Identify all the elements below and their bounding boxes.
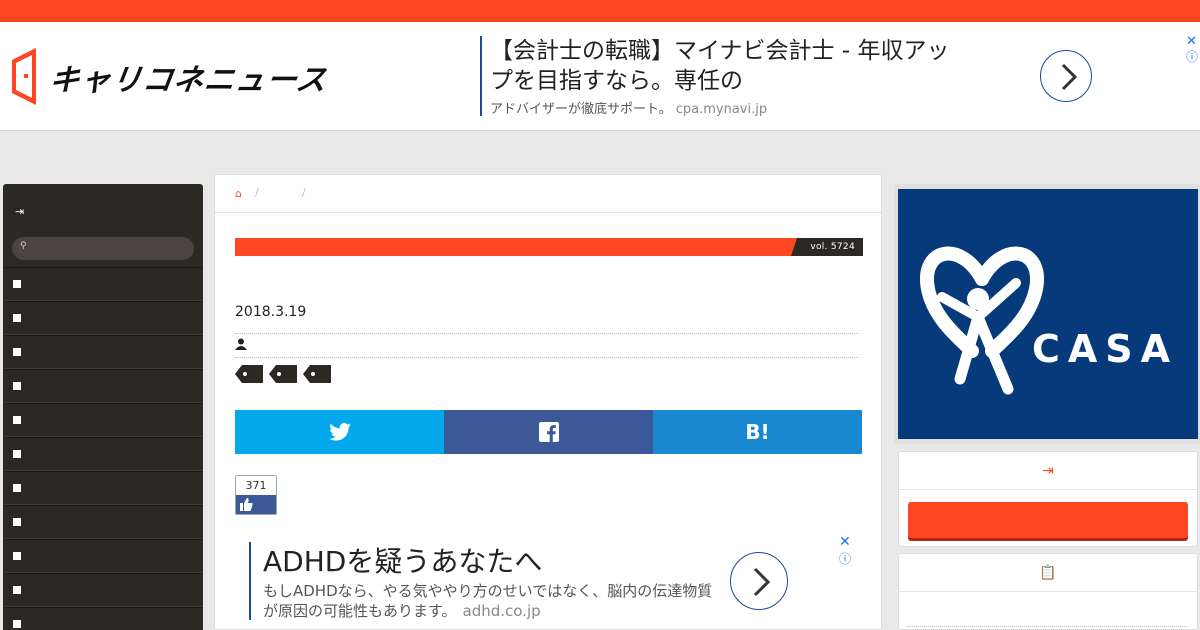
thumbs-up-icon (240, 498, 253, 511)
nav-item[interactable] (3, 267, 203, 301)
like-button[interactable] (236, 495, 276, 514)
twitter-share-button[interactable] (235, 410, 444, 454)
nav-item[interactable] (3, 403, 203, 437)
casa-heart-figure-icon (920, 246, 1045, 395)
bullet-icon (13, 484, 21, 492)
nav-item[interactable] (3, 335, 203, 369)
bullet-icon (13, 518, 21, 526)
facebook-icon (538, 422, 559, 442)
hatena-icon: B! (745, 420, 770, 444)
bullet-icon (13, 348, 21, 356)
tag-icon[interactable] (269, 365, 297, 383)
article-date: 2018.3.19 (235, 304, 307, 320)
home-icon[interactable]: ⌂ (235, 187, 242, 200)
bullet-icon (13, 382, 21, 390)
ad-title[interactable]: 【会計士の転職】マイナビ会計士 - 年収アップを目指すなら。専任の (490, 36, 960, 96)
search-icon: ⚲ (20, 241, 27, 251)
casa-banner-image: ® CASA (898, 189, 1198, 439)
bullet-icon (13, 280, 21, 288)
facebook-like-box[interactable]: 371 (235, 475, 277, 515)
breadcrumb: ⌂ / / (215, 175, 881, 213)
author-icon[interactable] (235, 338, 247, 353)
site-logo[interactable]: キャリコネニュース (12, 48, 330, 105)
ad-info-icon[interactable]: ⓘ (839, 550, 851, 567)
hatena-share-button[interactable]: B! (653, 410, 862, 454)
login-icon[interactable]: ⇥ (15, 205, 24, 218)
nav-item[interactable] (3, 369, 203, 403)
inline-ad[interactable]: ADHDを疑うあなたへ もしADHDなら、やる気ややり方のせいではなく、脳内の伝… (249, 534, 869, 628)
ad-close-icon[interactable]: ✕ (839, 534, 851, 550)
site-header: キャリコネニュース 【会計士の転職】マイナビ会計士 - 年収アップを目指すなら。… (0, 22, 1200, 131)
casa-wordmark: CASA (1032, 327, 1179, 371)
ad-close-icon[interactable]: ✕ (1186, 34, 1197, 49)
volume-bar: vol. 5724 (235, 238, 863, 256)
ad-info-icon[interactable]: ⓘ (1186, 48, 1198, 65)
bullet-icon (13, 552, 21, 560)
search-input[interactable]: ⚲ (12, 237, 194, 260)
volume-label: vol. 5724 (791, 238, 863, 256)
top-ad[interactable]: 【会計士の転職】マイナビ会計士 - 年収アップを目指すなら。専任の アドバイザー… (480, 34, 1200, 117)
casa-banner[interactable]: ® CASA (894, 184, 1200, 444)
sidebar-login-panel: ⇥ (898, 451, 1198, 547)
chevron-right-icon (1061, 63, 1078, 91)
bullet-icon (13, 450, 21, 458)
tag-icon[interactable] (235, 365, 263, 383)
ad-url: adhd.co.jp (462, 602, 541, 620)
nav-item[interactable] (3, 573, 203, 607)
bullet-icon (13, 620, 21, 628)
clipboard-icon: 📋 (899, 554, 1197, 592)
bullet-icon (13, 586, 21, 594)
user-icon (235, 338, 247, 350)
casa-registered-mark: ® (1006, 330, 1016, 341)
nav-item[interactable] (3, 301, 203, 335)
breadcrumb-separator: / (255, 186, 259, 199)
ad-accent-bar (249, 542, 251, 620)
divider (235, 357, 859, 358)
bullet-icon (13, 314, 21, 322)
facebook-share-button[interactable] (444, 410, 653, 454)
nav-item[interactable] (3, 539, 203, 573)
divider (907, 626, 1187, 627)
tag-icon[interactable] (303, 365, 331, 383)
logo-door-icon (12, 48, 36, 105)
article-main: ⌂ / / vol. 5724 2018.3.19 B! 371 ADHDを疑う… (214, 174, 882, 630)
left-navigation: ⇥ ⚲ (3, 184, 203, 630)
top-accent-bar (0, 0, 1200, 22)
login-icon: ⇥ (899, 452, 1197, 490)
ad-arrow-button[interactable] (730, 552, 788, 610)
ad-url: cpa.mynavi.jp (675, 102, 768, 117)
logo-text: キャリコネニュース (47, 62, 330, 98)
divider (235, 333, 859, 334)
sidebar-list-panel: 📋 (898, 553, 1198, 630)
nav-item[interactable] (3, 607, 203, 630)
bullet-icon (13, 416, 21, 424)
ad-arrow-button[interactable] (1040, 50, 1092, 102)
nav-item[interactable] (3, 437, 203, 471)
ad-title[interactable]: ADHDを疑うあなたへ (263, 540, 542, 580)
twitter-icon (328, 423, 351, 441)
breadcrumb-separator: / (302, 186, 306, 199)
like-count: 371 (245, 479, 267, 492)
chevron-right-icon (753, 567, 771, 597)
nav-item[interactable] (3, 471, 203, 505)
ad-accent-bar (480, 36, 482, 116)
ad-subtitle: もしADHDなら、やる気ややり方のせいではなく、脳内の伝達物質が原因の可能性もあ… (263, 582, 713, 620)
ad-subtitle: アドバイザーが徹底サポート。 cpa.mynavi.jp (490, 102, 768, 117)
nav-item[interactable] (3, 505, 203, 539)
login-button[interactable] (908, 502, 1188, 538)
